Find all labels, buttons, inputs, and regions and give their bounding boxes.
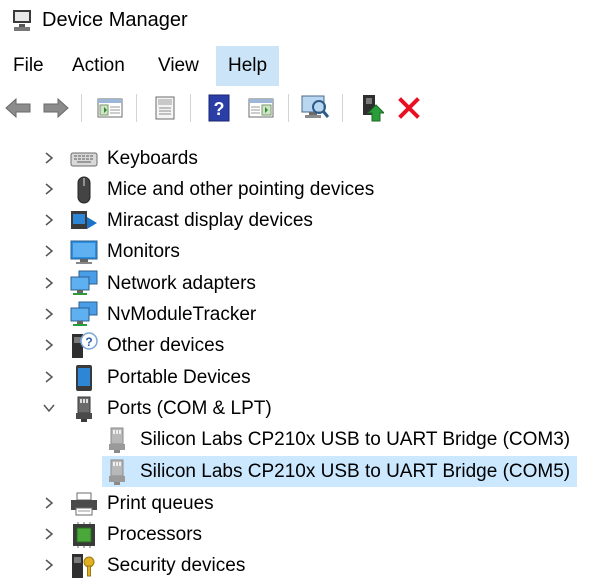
toolbar-separator — [342, 94, 343, 122]
chevron-right-icon[interactable] — [42, 275, 56, 291]
network-adapter-icon — [70, 301, 98, 326]
tree-item-print-queues[interactable]: Print queues — [0, 488, 614, 519]
scan-for-hardware-changes-button[interactable] — [299, 92, 331, 124]
svg-text:?: ? — [214, 99, 225, 119]
tree-item-label: Silicon Labs CP210x USB to UART Bridge (… — [140, 429, 571, 450]
help-button[interactable]: ? — [203, 92, 235, 124]
mouse-icon — [77, 176, 91, 204]
tree-item-nvmoduletracker[interactable]: NvModuleTracker — [0, 299, 614, 330]
tree-item-keyboards[interactable]: Keyboards — [0, 143, 614, 174]
tree-item-label: Ports (COM & LPT) — [107, 398, 272, 419]
title-bar: Device Manager — [0, 0, 614, 42]
chevron-right-icon[interactable] — [42, 495, 56, 511]
port-icon — [109, 459, 125, 485]
help-icon: ? — [208, 94, 230, 122]
monitor-icon — [70, 240, 98, 264]
network-adapter-icon — [70, 270, 98, 295]
printer-icon — [71, 492, 97, 516]
menu-view[interactable]: View — [146, 46, 211, 86]
device-tree: Keyboards Mice and other pointing device… — [0, 130, 614, 578]
tree-item-label: Other devices — [107, 335, 225, 356]
port-icon — [76, 396, 92, 422]
tree-item-label: NvModuleTracker — [107, 304, 257, 325]
tree-item-mice[interactable]: Mice and other pointing devices — [0, 174, 614, 205]
tree-item-security-devices[interactable]: Security devices — [0, 550, 614, 581]
chevron-right-icon[interactable] — [42, 306, 56, 322]
port-icon — [109, 427, 125, 453]
console-icon — [248, 98, 274, 118]
tree-item-label: Processors — [107, 524, 203, 545]
tree-item-other-devices[interactable]: ? Other devices — [0, 330, 614, 361]
tree-item-processors[interactable]: Processors — [0, 519, 614, 550]
chevron-down-icon[interactable] — [42, 400, 56, 416]
uninstall-device-button[interactable] — [393, 92, 425, 124]
tree-item-label: Portable Devices — [107, 367, 251, 388]
chevron-right-icon[interactable] — [42, 369, 56, 385]
tree-item-label: Keyboards — [107, 148, 198, 169]
back-arrow-icon — [5, 97, 31, 119]
unknown-device-icon: ? — [72, 332, 98, 358]
tree-item-ports[interactable]: Ports (COM & LPT) — [0, 393, 614, 424]
menu-file[interactable]: File — [1, 46, 56, 86]
chevron-right-icon[interactable] — [42, 243, 56, 259]
uninstall-icon — [398, 97, 420, 119]
forward-arrow-icon — [43, 97, 69, 119]
tree-item-label: Network adapters — [107, 273, 256, 294]
miracast-icon — [71, 211, 97, 229]
menu-bar: File Action View Help — [0, 46, 614, 86]
tree-item-label: Monitors — [107, 241, 180, 262]
window-title: Device Manager — [42, 9, 188, 31]
chevron-right-icon[interactable] — [42, 557, 56, 573]
chevron-right-icon[interactable] — [42, 181, 56, 197]
keyboard-icon — [70, 152, 98, 167]
toolbar-separator — [190, 94, 191, 122]
scan-hardware-icon — [301, 95, 330, 118]
toolbar: ? — [0, 86, 614, 131]
menu-action[interactable]: Action — [60, 46, 137, 86]
forward-button[interactable] — [40, 92, 72, 124]
tree-item-label: Mice and other pointing devices — [107, 179, 375, 200]
toolbar-separator — [288, 94, 289, 122]
enable-device-icon — [363, 95, 384, 122]
tree-item-miracast[interactable]: Miracast display devices — [0, 205, 614, 236]
tree-item-cp210x-com3[interactable]: Silicon Labs CP210x USB to UART Bridge (… — [0, 424, 614, 455]
toolbar-separator — [136, 94, 137, 122]
properties-icon — [97, 98, 123, 118]
update-driver-icon — [155, 96, 175, 120]
show-hide-console-tree-button[interactable] — [94, 92, 126, 124]
tree-item-cp210x-com5[interactable]: Silicon Labs CP210x USB to UART Bridge (… — [0, 456, 614, 487]
chevron-right-icon[interactable] — [42, 212, 56, 228]
chevron-right-icon[interactable] — [42, 526, 56, 542]
device-manager-icon — [13, 10, 31, 31]
svg-text:?: ? — [85, 335, 92, 349]
security-device-icon — [72, 554, 95, 578]
processor-icon — [73, 522, 95, 548]
update-driver-button[interactable] — [355, 92, 387, 124]
toolbar-separator — [81, 94, 82, 122]
chevron-right-icon[interactable] — [42, 150, 56, 166]
tree-item-monitors[interactable]: Monitors — [0, 236, 614, 267]
tree-item-label: Miracast display devices — [107, 210, 313, 231]
tree-item-network-adapters[interactable]: Network adapters — [0, 268, 614, 299]
tree-item-portable-devices[interactable]: Portable Devices — [0, 362, 614, 393]
menu-help[interactable]: Help — [216, 46, 280, 86]
chevron-right-icon[interactable] — [42, 337, 56, 353]
properties-button[interactable] — [149, 92, 181, 124]
back-button[interactable] — [2, 92, 34, 124]
action-pane-button[interactable] — [245, 92, 277, 124]
tree-item-label: Print queues — [107, 493, 214, 514]
tree-item-label: Silicon Labs CP210x USB to UART Bridge (… — [140, 461, 571, 482]
portable-device-icon — [76, 365, 92, 391]
